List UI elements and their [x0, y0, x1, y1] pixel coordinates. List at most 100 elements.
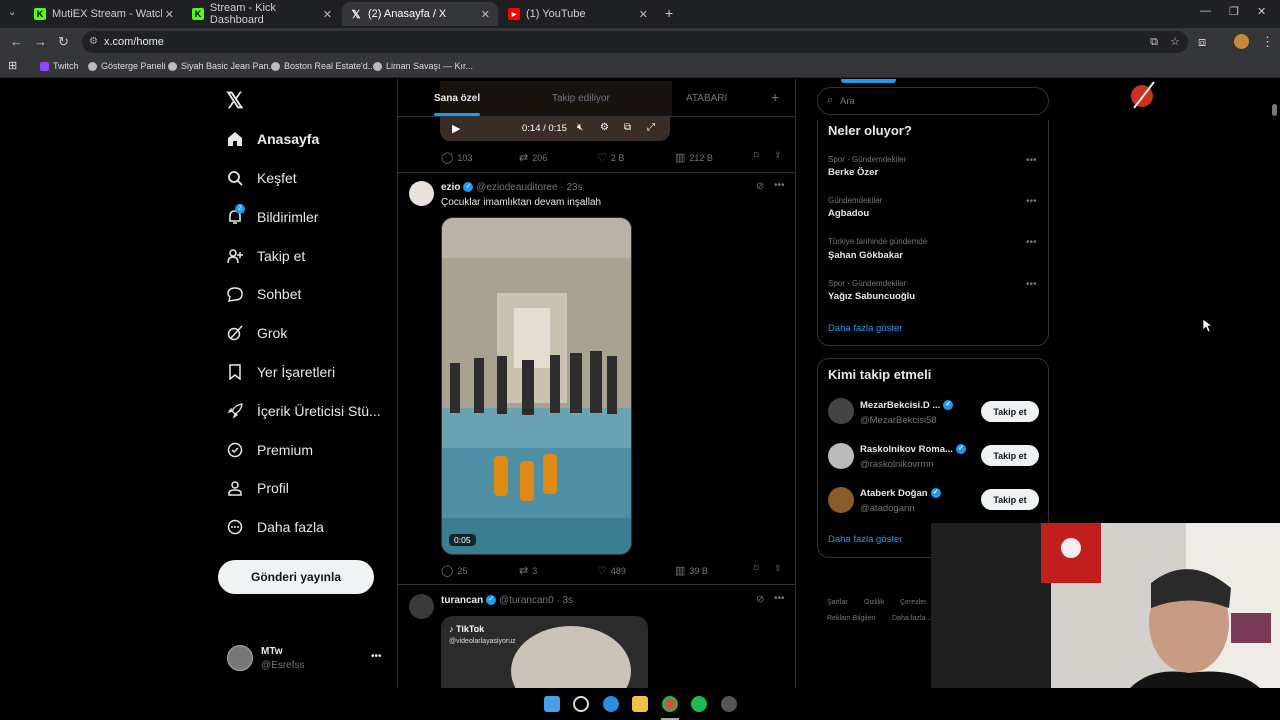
post-handle[interactable]: @turancan0: [499, 595, 554, 606]
bookmark-twitch[interactable]: Twitch: [40, 61, 79, 71]
bookmark-boston[interactable]: Boston Real Estate'd...: [271, 61, 375, 71]
post-time[interactable]: · 3s: [556, 595, 573, 606]
fullscreen-icon[interactable]: ⤢: [647, 122, 655, 133]
bookmark-dashboard[interactable]: Gösterge Paneli: [88, 61, 166, 71]
edge-icon[interactable]: [603, 696, 619, 712]
settings-icon[interactable]: ⚙: [600, 122, 609, 133]
trends-show-more[interactable]: Daha fazla göster: [828, 323, 902, 334]
maximize-button[interactable]: ❐: [1229, 5, 1239, 18]
nav-grok[interactable]: Grok: [226, 320, 287, 346]
more-icon[interactable]: •••: [1026, 279, 1037, 290]
extensions-icon[interactable]: ⧈: [1198, 34, 1206, 50]
window-close-button[interactable]: ✕: [1257, 5, 1266, 18]
nav-more[interactable]: Daha fazla: [226, 514, 324, 540]
nav-notifications[interactable]: 2 Bildirimler: [226, 204, 318, 230]
follow-button[interactable]: Takip et: [981, 401, 1039, 422]
share-icon[interactable]: ⇪: [774, 150, 782, 161]
nav-follow[interactable]: Takip et: [226, 243, 305, 269]
search-input[interactable]: ⌕ Ara: [817, 87, 1049, 115]
nav-creator-studio[interactable]: İçerik Üreticisi Stü...: [226, 398, 381, 424]
nav-profile[interactable]: Profil: [226, 475, 289, 501]
spotify-icon[interactable]: [691, 696, 707, 712]
more-icon[interactable]: •••: [1026, 196, 1037, 207]
wtf-name[interactable]: Raskolnikov Roma... ✓: [860, 444, 966, 455]
trend-name[interactable]: Berke Özer: [828, 167, 878, 178]
back-icon[interactable]: ←: [10, 34, 23, 49]
post-video[interactable]: 0:05: [441, 217, 632, 555]
app-icon[interactable]: [721, 696, 737, 712]
tab-following[interactable]: Takip ediliyor: [552, 93, 610, 104]
post-author[interactable]: ezio: [441, 182, 460, 193]
post1-reply[interactable]: ◯ 25: [441, 564, 467, 577]
prev-repost[interactable]: ⇄ 206: [519, 151, 547, 164]
play-icon[interactable]: ▶: [452, 122, 460, 135]
more-icon[interactable]: •••: [1026, 237, 1037, 248]
pip-icon[interactable]: ⧉: [624, 122, 631, 133]
nav-explore[interactable]: Keşfet: [226, 165, 297, 191]
footer-link[interactable]: Gizlilik: [864, 599, 884, 606]
reload-icon[interactable]: ↻: [58, 34, 69, 50]
footer-link[interactable]: Daha fazla ...: [892, 615, 933, 622]
nav-home[interactable]: Anasayfa: [226, 126, 319, 152]
more-icon[interactable]: •••: [774, 593, 785, 604]
wtf-name[interactable]: Ataberk Doğan ✓: [860, 488, 941, 499]
browser-menu-icon[interactable]: ⋮: [1261, 34, 1274, 50]
tab-kick-dashboard[interactable]: K Stream - Kick Dashboard ✕: [184, 2, 340, 26]
bookmark-liman[interactable]: Liman Savaşı — Kır...: [373, 61, 473, 71]
trend-name[interactable]: Yağız Sabuncuoğlu: [828, 291, 915, 302]
grok-icon[interactable]: ⊘: [756, 594, 764, 605]
bookmark-icon[interactable]: ⌑: [754, 150, 759, 161]
prev-reply[interactable]: ◯ 103: [441, 151, 472, 164]
footer-link[interactable]: Reklam Bilgileri: [827, 615, 875, 622]
more-icon[interactable]: •••: [774, 180, 785, 191]
star-icon[interactable]: ☆: [1170, 31, 1180, 53]
footer-link[interactable]: Çerezler: [900, 599, 926, 606]
footer-link[interactable]: Şartlar: [827, 599, 848, 606]
tab-for-you[interactable]: Sana özel: [434, 93, 480, 104]
close-icon[interactable]: ✕: [639, 8, 648, 21]
tab-x-home[interactable]: 𝕏 (2) Anasayfa / X ✕: [342, 2, 498, 26]
cast-icon[interactable]: ⧉: [1150, 31, 1158, 53]
bookmark-jean[interactable]: Siyah Basic Jean Pan...: [168, 61, 276, 71]
add-tab-icon[interactable]: +: [771, 89, 779, 105]
close-icon[interactable]: ✕: [165, 8, 174, 21]
post-author[interactable]: turancan: [441, 595, 483, 606]
tab-atabari[interactable]: ATABARI: [686, 93, 727, 104]
post-handle[interactable]: @eziodeauditoree: [476, 182, 557, 193]
follow-button[interactable]: Takip et: [981, 489, 1039, 510]
apps-icon[interactable]: ⊞: [8, 59, 17, 72]
post1-like[interactable]: ♡ 489: [597, 564, 626, 577]
wtf-name[interactable]: MezarBekcisi.D ... ✓: [860, 400, 954, 411]
more-icon[interactable]: •••: [1026, 155, 1037, 166]
trend-name[interactable]: Şahan Gökbakar: [828, 250, 903, 261]
chrome-icon[interactable]: [662, 696, 678, 712]
post-time[interactable]: · 23s: [560, 182, 582, 193]
wtf-show-more[interactable]: Daha fazla göster: [828, 534, 902, 545]
account-avatar[interactable]: [227, 645, 253, 671]
new-tab-button[interactable]: +: [665, 5, 673, 21]
post2-video[interactable]: ♪ TikTok @videolarlayasiyoruz: [441, 616, 648, 688]
x-logo-icon[interactable]: 𝕏: [226, 88, 244, 114]
post-avatar[interactable]: [409, 594, 434, 619]
tab-youtube[interactable]: ▶ (1) YouTube ✕: [500, 2, 656, 26]
tab-search-icon[interactable]: ⌄: [8, 7, 16, 18]
bookmark-icon[interactable]: ⌑: [754, 563, 759, 574]
nav-bookmarks[interactable]: Yer İşaretleri: [226, 359, 335, 385]
post1-views[interactable]: ▥ 39 B: [675, 564, 708, 577]
prev-like[interactable]: ♡ 2 B: [597, 151, 624, 164]
tab-mutiex[interactable]: K MutiEX Stream - Watch Live on ✕: [26, 2, 182, 26]
scrollbar-thumb[interactable]: [1272, 104, 1277, 116]
site-info-icon[interactable]: ⚙: [89, 31, 98, 53]
nav-premium[interactable]: Premium: [226, 437, 313, 463]
prev-views[interactable]: ▥ 212 B: [675, 151, 713, 164]
post-avatar[interactable]: [409, 181, 434, 206]
avatar[interactable]: [828, 398, 854, 424]
share-icon[interactable]: ⇪: [774, 563, 782, 574]
windows-start-icon[interactable]: [544, 696, 560, 712]
nav-chat[interactable]: Sohbet: [226, 281, 301, 307]
search-icon[interactable]: [573, 696, 589, 712]
post-button[interactable]: Gönderi yayınla: [218, 560, 374, 594]
follow-button[interactable]: Takip et: [981, 445, 1039, 466]
minimize-button[interactable]: —: [1200, 5, 1211, 17]
close-icon[interactable]: ✕: [481, 8, 490, 21]
